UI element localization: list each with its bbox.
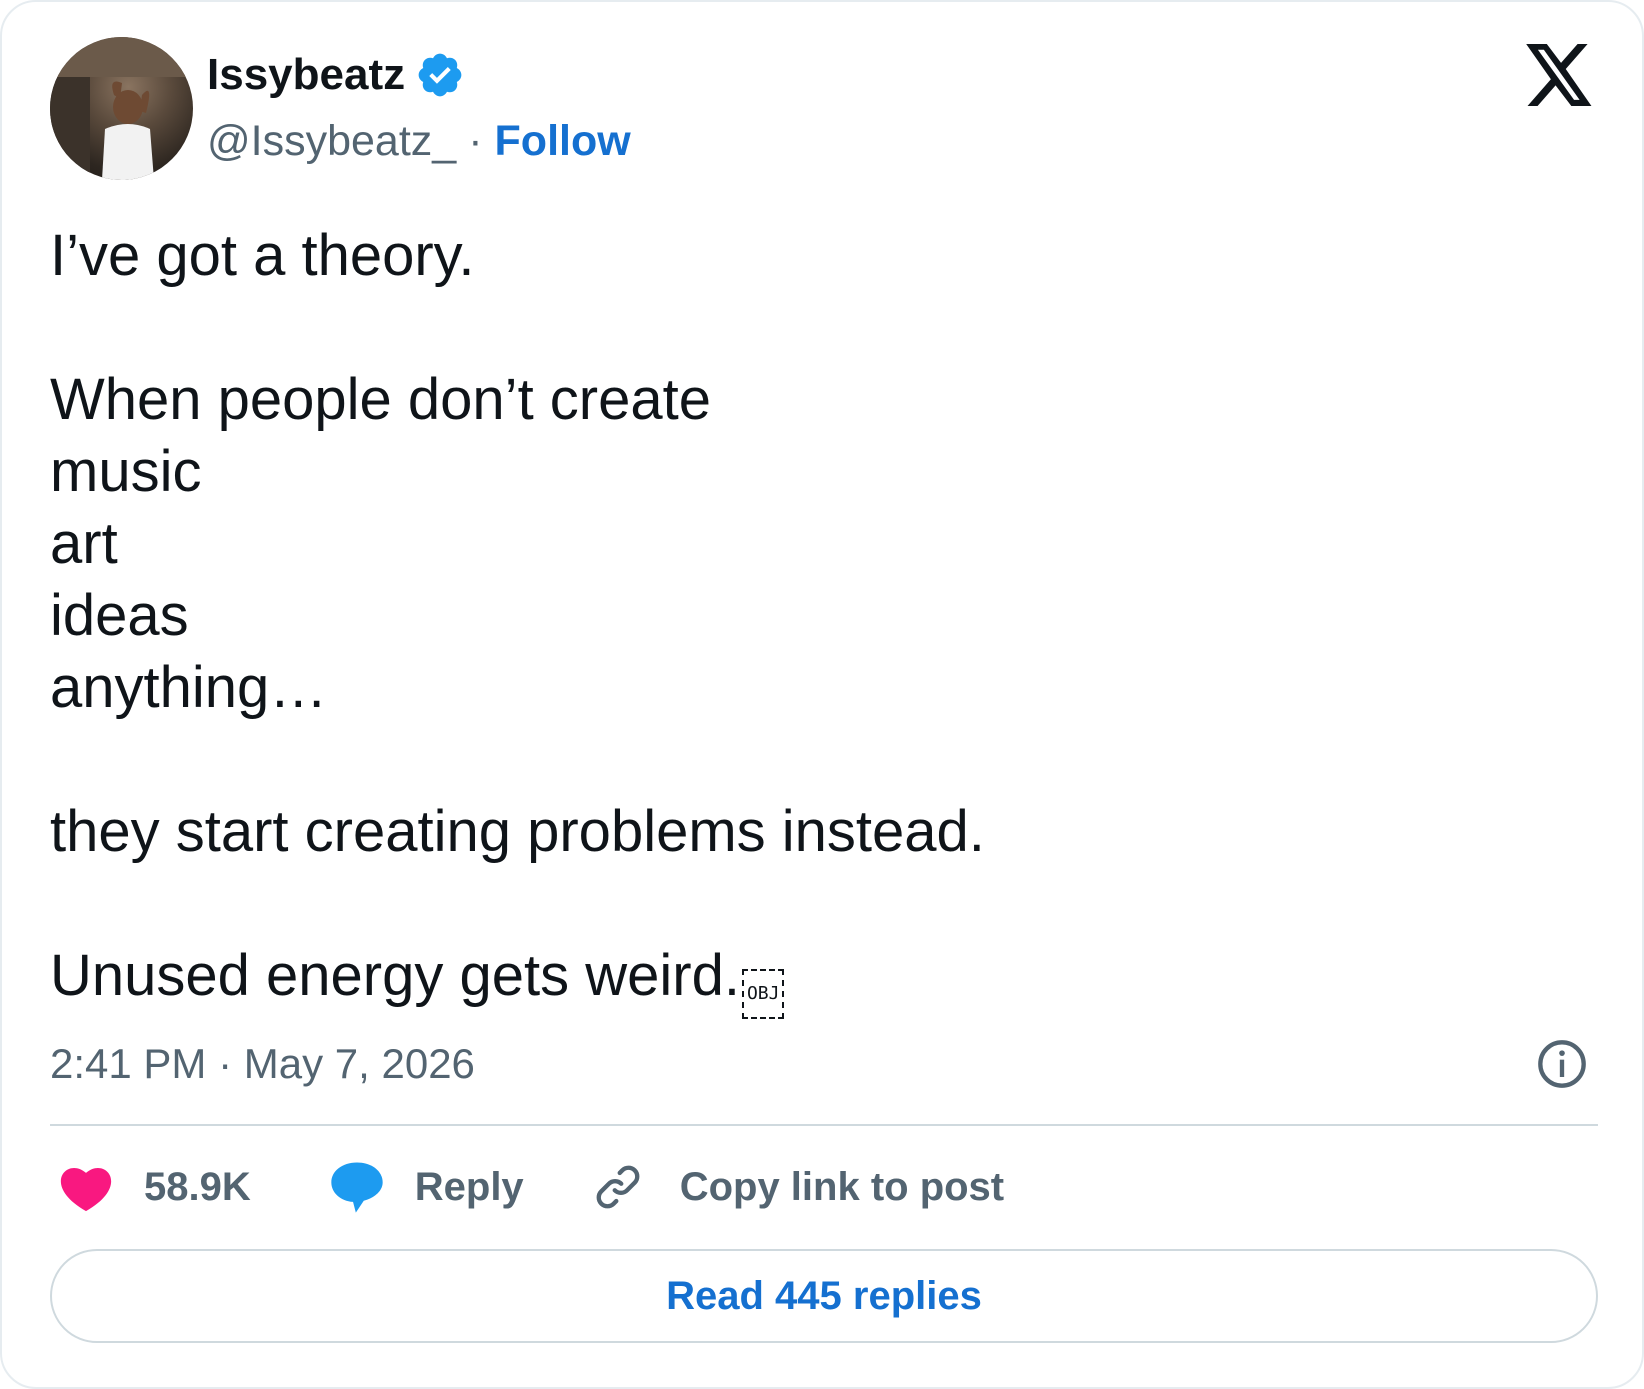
timestamp-separator: · — [218, 1040, 233, 1087]
reply-bubble-icon — [331, 1162, 383, 1213]
copy-link-button[interactable]: Copy link to post — [524, 1161, 1004, 1213]
divider — [50, 1124, 1598, 1126]
read-replies-label: Read 445 replies — [666, 1273, 982, 1318]
object-placeholder-glyph: OBJ — [741, 969, 785, 1019]
link-icon — [596, 1165, 640, 1209]
tweet-card: Issybeatz @Issybeatz_ · Follow I’ve got … — [0, 0, 1644, 1389]
tweet-line-last: Unused energy gets weird. OBJ — [50, 940, 1590, 1019]
tweet-line — [50, 868, 1590, 940]
author-handle[interactable]: @Issybeatz_ — [207, 117, 456, 166]
tweet-line: ideas — [50, 583, 189, 648]
tweet-line: When people don’t create — [50, 367, 711, 432]
verified-badge-icon — [418, 53, 462, 97]
avatar[interactable] — [50, 37, 193, 180]
tweet-line: they start creating problems instead. — [50, 799, 985, 864]
copy-link-label: Copy link to post — [679, 1164, 1005, 1209]
action-bar: 58.9K Reply Copy link to post — [50, 1157, 1004, 1217]
handle-separator: · — [468, 117, 483, 165]
tweet-timestamp[interactable]: 2:41 PM · May 7, 2026 — [50, 1040, 475, 1088]
read-replies-button[interactable]: Read 445 replies — [50, 1249, 1598, 1343]
tweet-date: May 7, 2026 — [243, 1040, 475, 1087]
info-icon[interactable] — [1536, 1038, 1588, 1090]
tweet-line — [50, 292, 1590, 364]
tweet-line: art — [50, 511, 118, 576]
tweet-line-text: Unused energy gets weird. — [50, 943, 740, 1008]
like-count: 58.9K — [144, 1164, 251, 1209]
author-name-row[interactable]: Issybeatz — [207, 50, 465, 100]
author-name[interactable]: Issybeatz — [207, 50, 405, 100]
tweet-line: music — [50, 439, 202, 504]
avatar-image — [50, 37, 193, 180]
tweet-line: anything… — [50, 655, 328, 720]
heart-icon — [60, 1167, 112, 1212]
reply-button[interactable]: Reply — [251, 1160, 524, 1214]
tweet-text: I’ve got a theory. When people don’t cre… — [50, 220, 1590, 1019]
tweet-line — [50, 724, 1590, 796]
tweet-line: I’ve got a theory. — [50, 223, 475, 288]
like-button[interactable]: 58.9K — [50, 1162, 251, 1212]
x-logo-icon[interactable] — [1526, 44, 1594, 106]
follow-button[interactable]: Follow — [495, 117, 631, 166]
author-handle-row: @Issybeatz_ · Follow — [207, 117, 631, 166]
tweet-time: 2:41 PM — [50, 1040, 207, 1087]
reply-label: Reply — [414, 1164, 524, 1209]
